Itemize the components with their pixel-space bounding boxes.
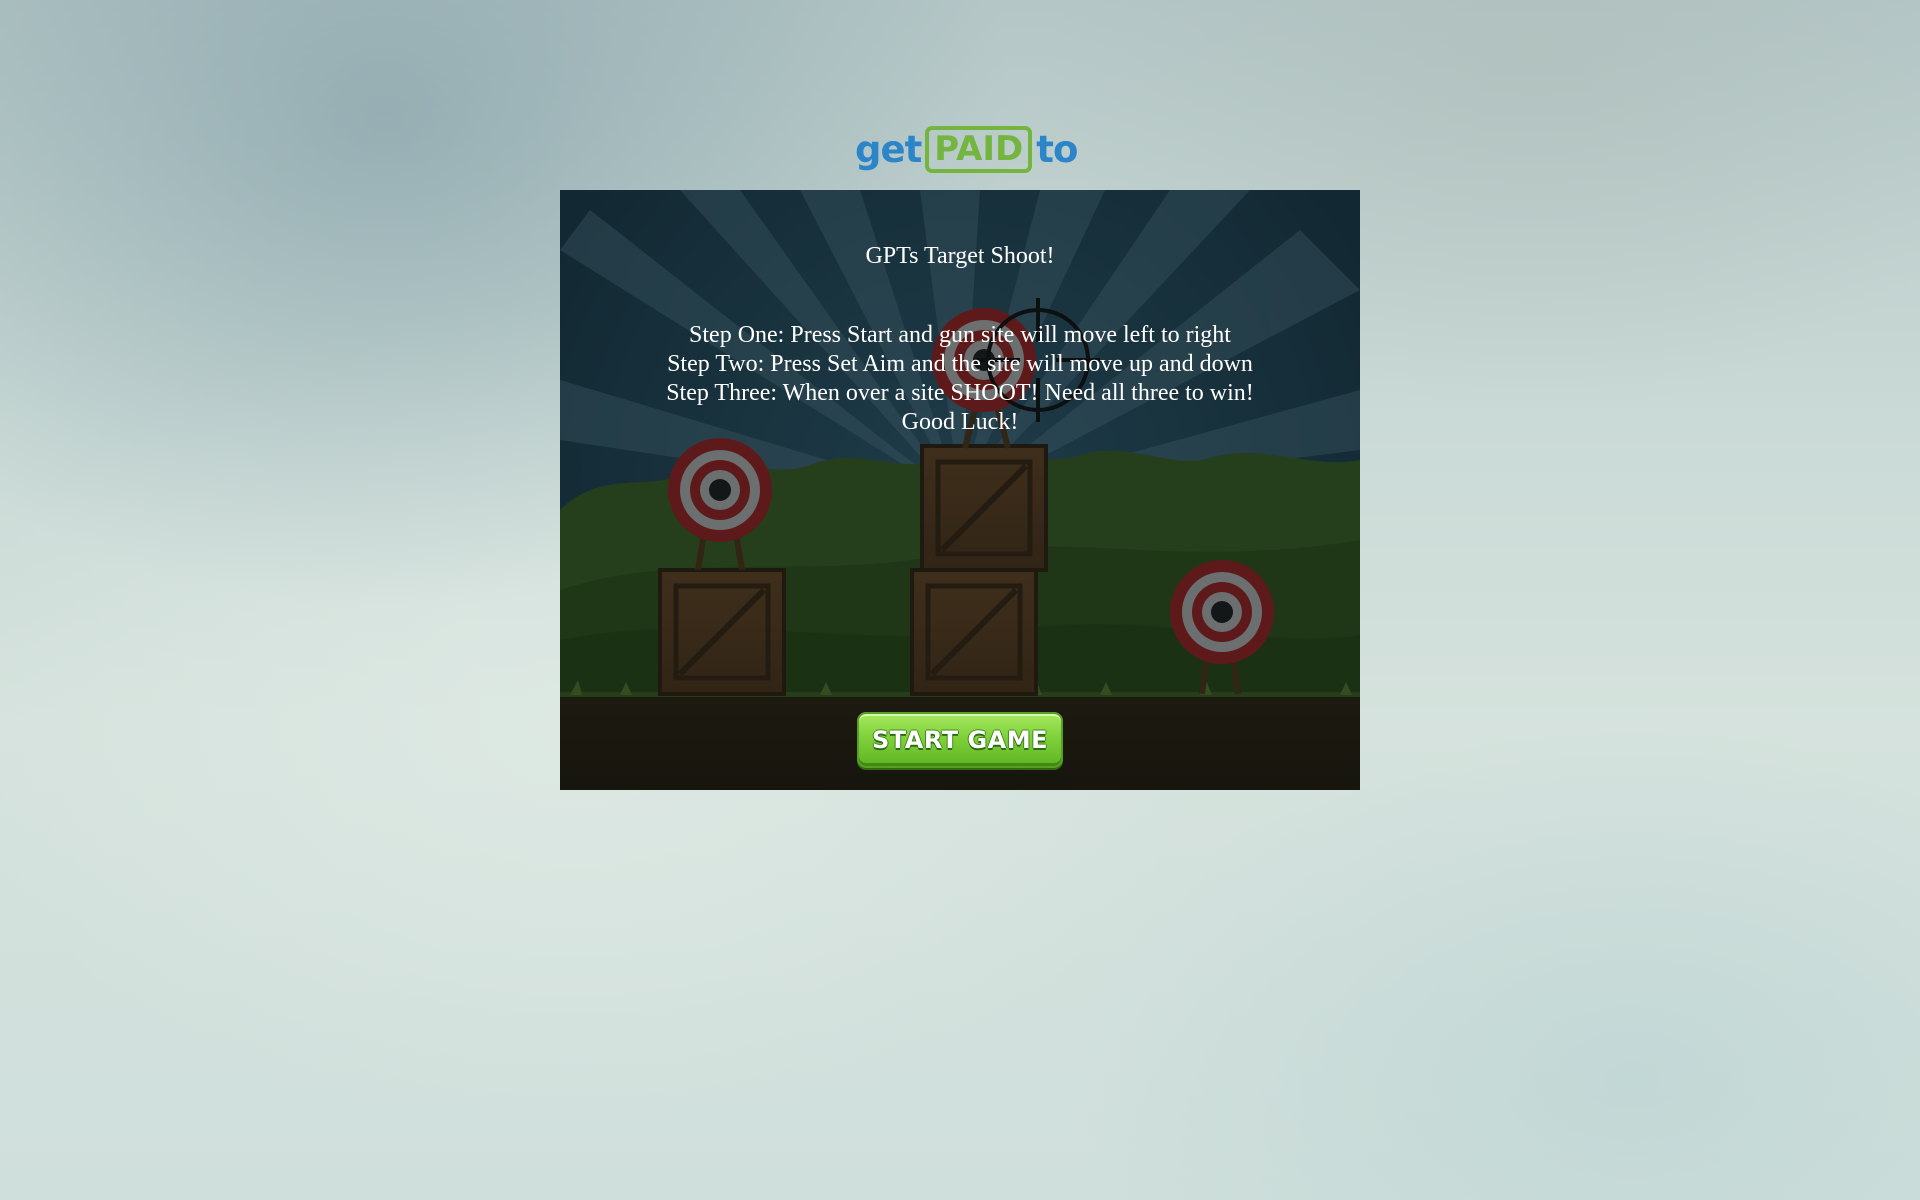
- logo-text-paid: PAID: [925, 125, 1033, 173]
- instruction-step-three: Step Three: When over a site SHOOT! Need…: [666, 380, 1254, 406]
- good-luck-text: Good Luck!: [901, 409, 1019, 435]
- instruction-step-one: Step One: Press Start and gun site will …: [689, 322, 1231, 348]
- logo-text-to: to: [1036, 127, 1078, 171]
- game-title: GPTs Target Shoot!: [865, 243, 1055, 269]
- start-game-button[interactable]: START GAME: [857, 712, 1063, 768]
- get-paid-to-logo[interactable]: get PAID to: [855, 122, 1078, 176]
- instructions-text: GPTs Target Shoot! Step One: Press Start…: [560, 242, 1360, 437]
- game-canvas[interactable]: GPTs Target Shoot! Step One: Press Start…: [560, 190, 1360, 790]
- logo-text-get: get: [855, 127, 922, 171]
- instruction-step-two: Step Two: Press Set Aim and the site wil…: [667, 351, 1253, 377]
